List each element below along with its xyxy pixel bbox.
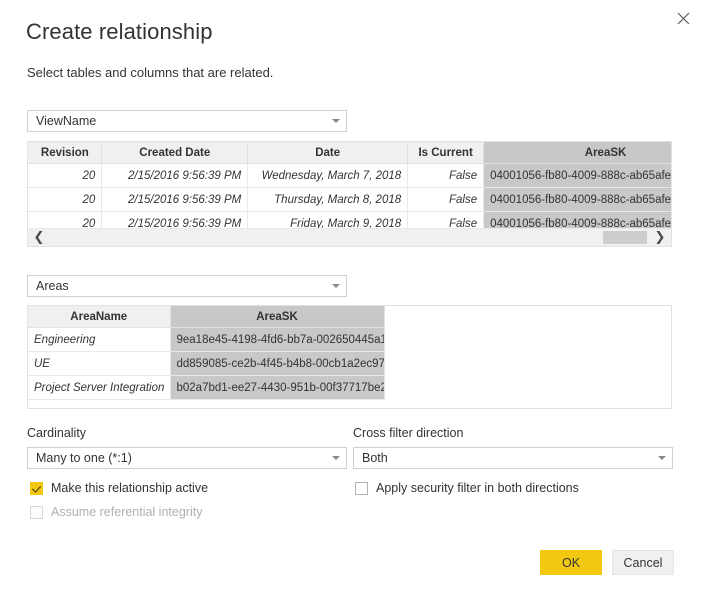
to-table-preview-grid[interactable]: AreaName AreaSK Engineering 9ea18e45-419… bbox=[27, 305, 672, 409]
grid-scroll-content: Revision Created Date Date Is Current Ar… bbox=[28, 142, 671, 236]
chevron-down-icon bbox=[652, 456, 672, 460]
make-relationship-active-checkbox[interactable]: Make this relationship active bbox=[30, 481, 208, 495]
cross-filter-direction-label: Cross filter direction bbox=[353, 426, 464, 440]
column-header[interactable]: Revision bbox=[28, 142, 103, 164]
to-table-dropdown[interactable]: Areas bbox=[27, 275, 347, 297]
scrollbar-track[interactable] bbox=[50, 229, 649, 246]
table-cell-selected: 9ea18e45-4198-4fd6-bb7a-002650445a1f bbox=[170, 327, 385, 352]
table-cell-selected: 04001056-fb80-4009-888c-ab65afef1adb bbox=[483, 187, 671, 212]
column-header[interactable]: AreaName bbox=[28, 306, 171, 328]
table-cell: 20 bbox=[28, 163, 103, 188]
apply-security-filter-label: Apply security filter in both directions bbox=[376, 481, 579, 495]
assume-referential-integrity-label: Assume referential integrity bbox=[51, 505, 203, 519]
chevron-left-icon[interactable]: ❮ bbox=[28, 229, 50, 246]
table-cell: 2/15/2016 9:56:39 PM bbox=[101, 163, 249, 188]
cancel-button[interactable]: Cancel bbox=[612, 550, 674, 575]
table-cell: UE bbox=[28, 351, 171, 376]
table-header-row: Revision Created Date Date Is Current Ar… bbox=[28, 142, 671, 164]
table-row: 1 PM 20 2/15/2016 9:56:39 PM Thursday, M… bbox=[28, 187, 671, 212]
table-cell: Engineering bbox=[28, 327, 171, 352]
column-header[interactable]: Created Date bbox=[101, 142, 249, 164]
table-cell: False bbox=[407, 163, 485, 188]
assume-referential-integrity-checkbox: Assume referential integrity bbox=[30, 505, 202, 519]
cardinality-label: Cardinality bbox=[27, 426, 87, 440]
table-cell-selected: b02a7bd1-ee27-4430-951b-00f37717be21 bbox=[170, 375, 385, 400]
to-table-value: Areas bbox=[36, 279, 69, 293]
cross-filter-direction-value: Both bbox=[362, 451, 388, 465]
scrollbar-thumb[interactable] bbox=[603, 231, 647, 244]
table-cell-selected: dd859085-ce2b-4f45-b4b8-00cb1a2ec975 bbox=[170, 351, 385, 376]
table-row: Project Server Integration b02a7bd1-ee27… bbox=[28, 375, 385, 400]
table-cell: Project Server Integration bbox=[28, 375, 171, 400]
column-header-selected[interactable]: AreaSK bbox=[170, 306, 385, 328]
table-cell: False bbox=[407, 187, 485, 212]
checkbox-unchecked-icon[interactable] bbox=[355, 481, 368, 495]
from-table-preview-grid[interactable]: Revision Created Date Date Is Current Ar… bbox=[27, 141, 672, 247]
close-icon[interactable] bbox=[668, 4, 698, 32]
table-header-row: AreaName AreaSK bbox=[28, 306, 385, 328]
cross-filter-direction-dropdown[interactable]: Both bbox=[353, 447, 673, 469]
chevron-down-icon bbox=[326, 284, 346, 288]
from-grid-table: Revision Created Date Date Is Current Ar… bbox=[28, 142, 671, 236]
checkbox-checked-icon[interactable] bbox=[30, 481, 43, 495]
make-relationship-active-label: Make this relationship active bbox=[51, 481, 209, 495]
column-header[interactable]: Date bbox=[247, 142, 409, 164]
table-cell-selected: 04001056-fb80-4009-888c-ab65afef1adb bbox=[483, 163, 671, 188]
checkbox-unchecked-icon bbox=[30, 505, 43, 519]
table-cell: Thursday, March 8, 2018 bbox=[247, 187, 409, 212]
horizontal-scrollbar[interactable]: ❮ ❯ bbox=[28, 228, 671, 246]
from-table-value: ViewName bbox=[36, 114, 97, 128]
table-row: UE dd859085-ce2b-4f45-b4b8-00cb1a2ec975 bbox=[28, 351, 385, 376]
column-header[interactable]: Is Current bbox=[407, 142, 485, 164]
from-table-dropdown[interactable]: ViewName bbox=[27, 110, 347, 132]
apply-security-filter-checkbox[interactable]: Apply security filter in both directions bbox=[355, 481, 579, 495]
chevron-down-icon bbox=[326, 456, 346, 460]
table-cell: Wednesday, March 7, 2018 bbox=[247, 163, 409, 188]
chevron-down-icon bbox=[326, 119, 346, 123]
close-glyph bbox=[677, 12, 689, 24]
table-row: Engineering 9ea18e45-4198-4fd6-bb7a-0026… bbox=[28, 327, 385, 352]
page-title: Create relationship bbox=[26, 19, 213, 44]
cardinality-value: Many to one (*:1) bbox=[36, 451, 132, 465]
table-row: 1 PM 20 2/15/2016 9:56:39 PM Wednesday, … bbox=[28, 163, 671, 188]
chevron-right-icon[interactable]: ❯ bbox=[649, 229, 671, 246]
column-header-selected[interactable]: AreaSK bbox=[483, 142, 671, 164]
dialog-subtitle: Select tables and columns that are relat… bbox=[27, 65, 274, 80]
table-cell: 2/15/2016 9:56:39 PM bbox=[101, 187, 249, 212]
ok-button[interactable]: OK bbox=[540, 550, 602, 575]
table-cell: 20 bbox=[28, 187, 103, 212]
cardinality-dropdown[interactable]: Many to one (*:1) bbox=[27, 447, 347, 469]
to-grid-table: AreaName AreaSK Engineering 9ea18e45-419… bbox=[28, 306, 385, 400]
